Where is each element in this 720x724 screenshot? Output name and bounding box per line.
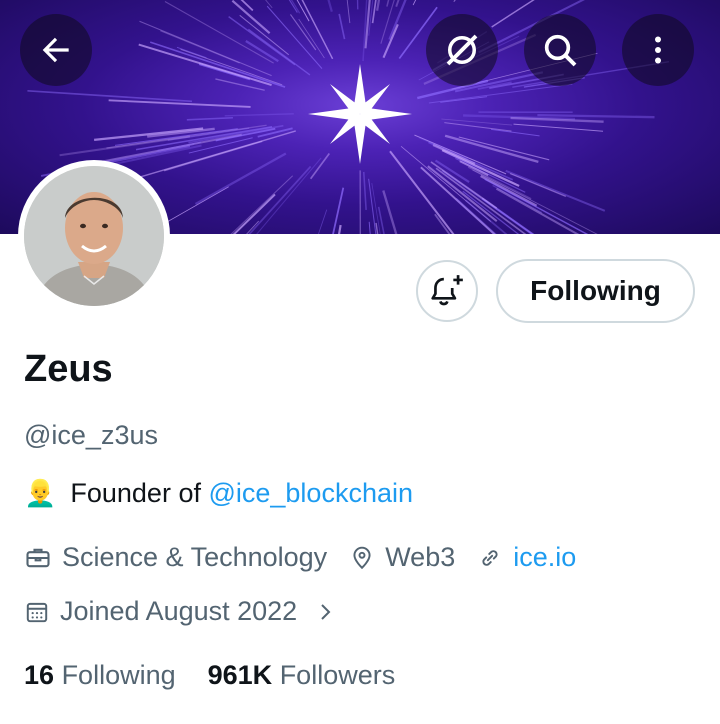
bio: 👱‍♂️ Founder of @ice_blockchain bbox=[24, 478, 413, 509]
banner-ray bbox=[362, 171, 367, 211]
banner-ray bbox=[428, 83, 573, 104]
banner-ray bbox=[490, 128, 540, 137]
banner-ray bbox=[441, 118, 513, 126]
more-vertical-icon bbox=[655, 36, 661, 64]
bio-text: Founder of bbox=[70, 478, 209, 508]
banner-ray bbox=[149, 41, 286, 88]
banner-ray bbox=[356, 0, 359, 10]
grok-icon bbox=[446, 34, 478, 66]
banner-ray bbox=[432, 143, 476, 165]
category-item: Science & Technology bbox=[24, 542, 327, 573]
location-pin-icon bbox=[353, 546, 371, 569]
link-icon bbox=[482, 549, 498, 566]
category-label: Science & Technology bbox=[62, 542, 328, 572]
following-count-link[interactable]: 16 Following bbox=[24, 660, 176, 691]
banner-ray bbox=[505, 169, 606, 212]
avatar-photo bbox=[24, 166, 164, 306]
briefcase-icon bbox=[26, 548, 50, 567]
banner-ray bbox=[228, 16, 296, 66]
bio-emoji: 👱‍♂️ bbox=[24, 478, 57, 508]
following-button[interactable]: Following bbox=[496, 259, 695, 323]
banner-ray bbox=[239, 14, 290, 56]
following-count: 16 bbox=[24, 660, 55, 690]
banner-ray bbox=[537, 113, 655, 119]
website-item: ice.io bbox=[477, 542, 576, 573]
location-item: Web3 bbox=[349, 542, 455, 573]
profile-meta-row: Science & Technology Web3 ice.io bbox=[24, 542, 598, 573]
location-label: Web3 bbox=[385, 542, 456, 572]
grok-button[interactable] bbox=[426, 14, 498, 86]
banner-ray bbox=[224, 113, 294, 117]
banner-ray bbox=[232, 193, 276, 234]
bell-plus-icon bbox=[431, 275, 463, 306]
banner-ray bbox=[337, 224, 342, 234]
follow-counts: 16 Following 961K Followers bbox=[24, 660, 395, 691]
followers-count-label: Followers bbox=[279, 660, 396, 690]
website-link[interactable]: ice.io bbox=[513, 542, 576, 573]
banner-ray bbox=[94, 127, 204, 142]
bio-mention-link[interactable]: @ice_blockchain bbox=[208, 478, 413, 508]
banner-ray bbox=[453, 0, 456, 2]
banner-ray bbox=[240, 0, 254, 12]
banner-ray bbox=[346, 0, 351, 24]
more-button[interactable] bbox=[622, 14, 694, 86]
notifications-button[interactable] bbox=[416, 260, 478, 322]
joined-row[interactable]: Joined August 2022 bbox=[24, 596, 359, 627]
banner-ray bbox=[338, 13, 346, 40]
banner-ray bbox=[382, 190, 398, 234]
search-button[interactable] bbox=[524, 14, 596, 86]
banner-ray bbox=[332, 187, 345, 234]
joined-item[interactable]: Joined August 2022 bbox=[24, 596, 337, 627]
banner-ray bbox=[376, 0, 381, 11]
banner-ray bbox=[256, 157, 322, 234]
banner-ray bbox=[434, 213, 451, 234]
chevron-right-icon bbox=[321, 603, 331, 620]
user-handle: @ice_z3us bbox=[24, 420, 158, 450]
banner-ray bbox=[247, 28, 311, 76]
banner-ray bbox=[380, 0, 395, 44]
calendar-icon bbox=[26, 602, 48, 622]
profile-avatar[interactable] bbox=[18, 160, 170, 312]
banner-ray bbox=[139, 20, 272, 77]
banner-ray bbox=[245, 40, 279, 63]
banner-ray bbox=[231, 0, 271, 35]
back-button[interactable] bbox=[20, 14, 92, 86]
banner-ray bbox=[458, 136, 550, 161]
banner-ray bbox=[327, 0, 333, 12]
display-name: Zeus bbox=[24, 348, 113, 390]
arrow-left-icon bbox=[42, 37, 69, 63]
search-icon bbox=[544, 34, 577, 67]
banner-ray bbox=[248, 165, 312, 234]
banner-ray bbox=[186, 116, 233, 121]
joined-label: Joined August 2022 bbox=[60, 596, 298, 626]
banner-ray bbox=[317, 209, 328, 234]
following-count-label: Following bbox=[61, 660, 176, 690]
followers-count-link[interactable]: 961K Followers bbox=[208, 660, 396, 691]
banner-ray bbox=[513, 123, 604, 132]
ice-star-logo bbox=[308, 64, 412, 164]
banner-ray bbox=[412, 0, 417, 6]
followers-count: 961K bbox=[207, 660, 273, 690]
banner-ray bbox=[298, 18, 325, 59]
banner-ray bbox=[440, 96, 488, 103]
